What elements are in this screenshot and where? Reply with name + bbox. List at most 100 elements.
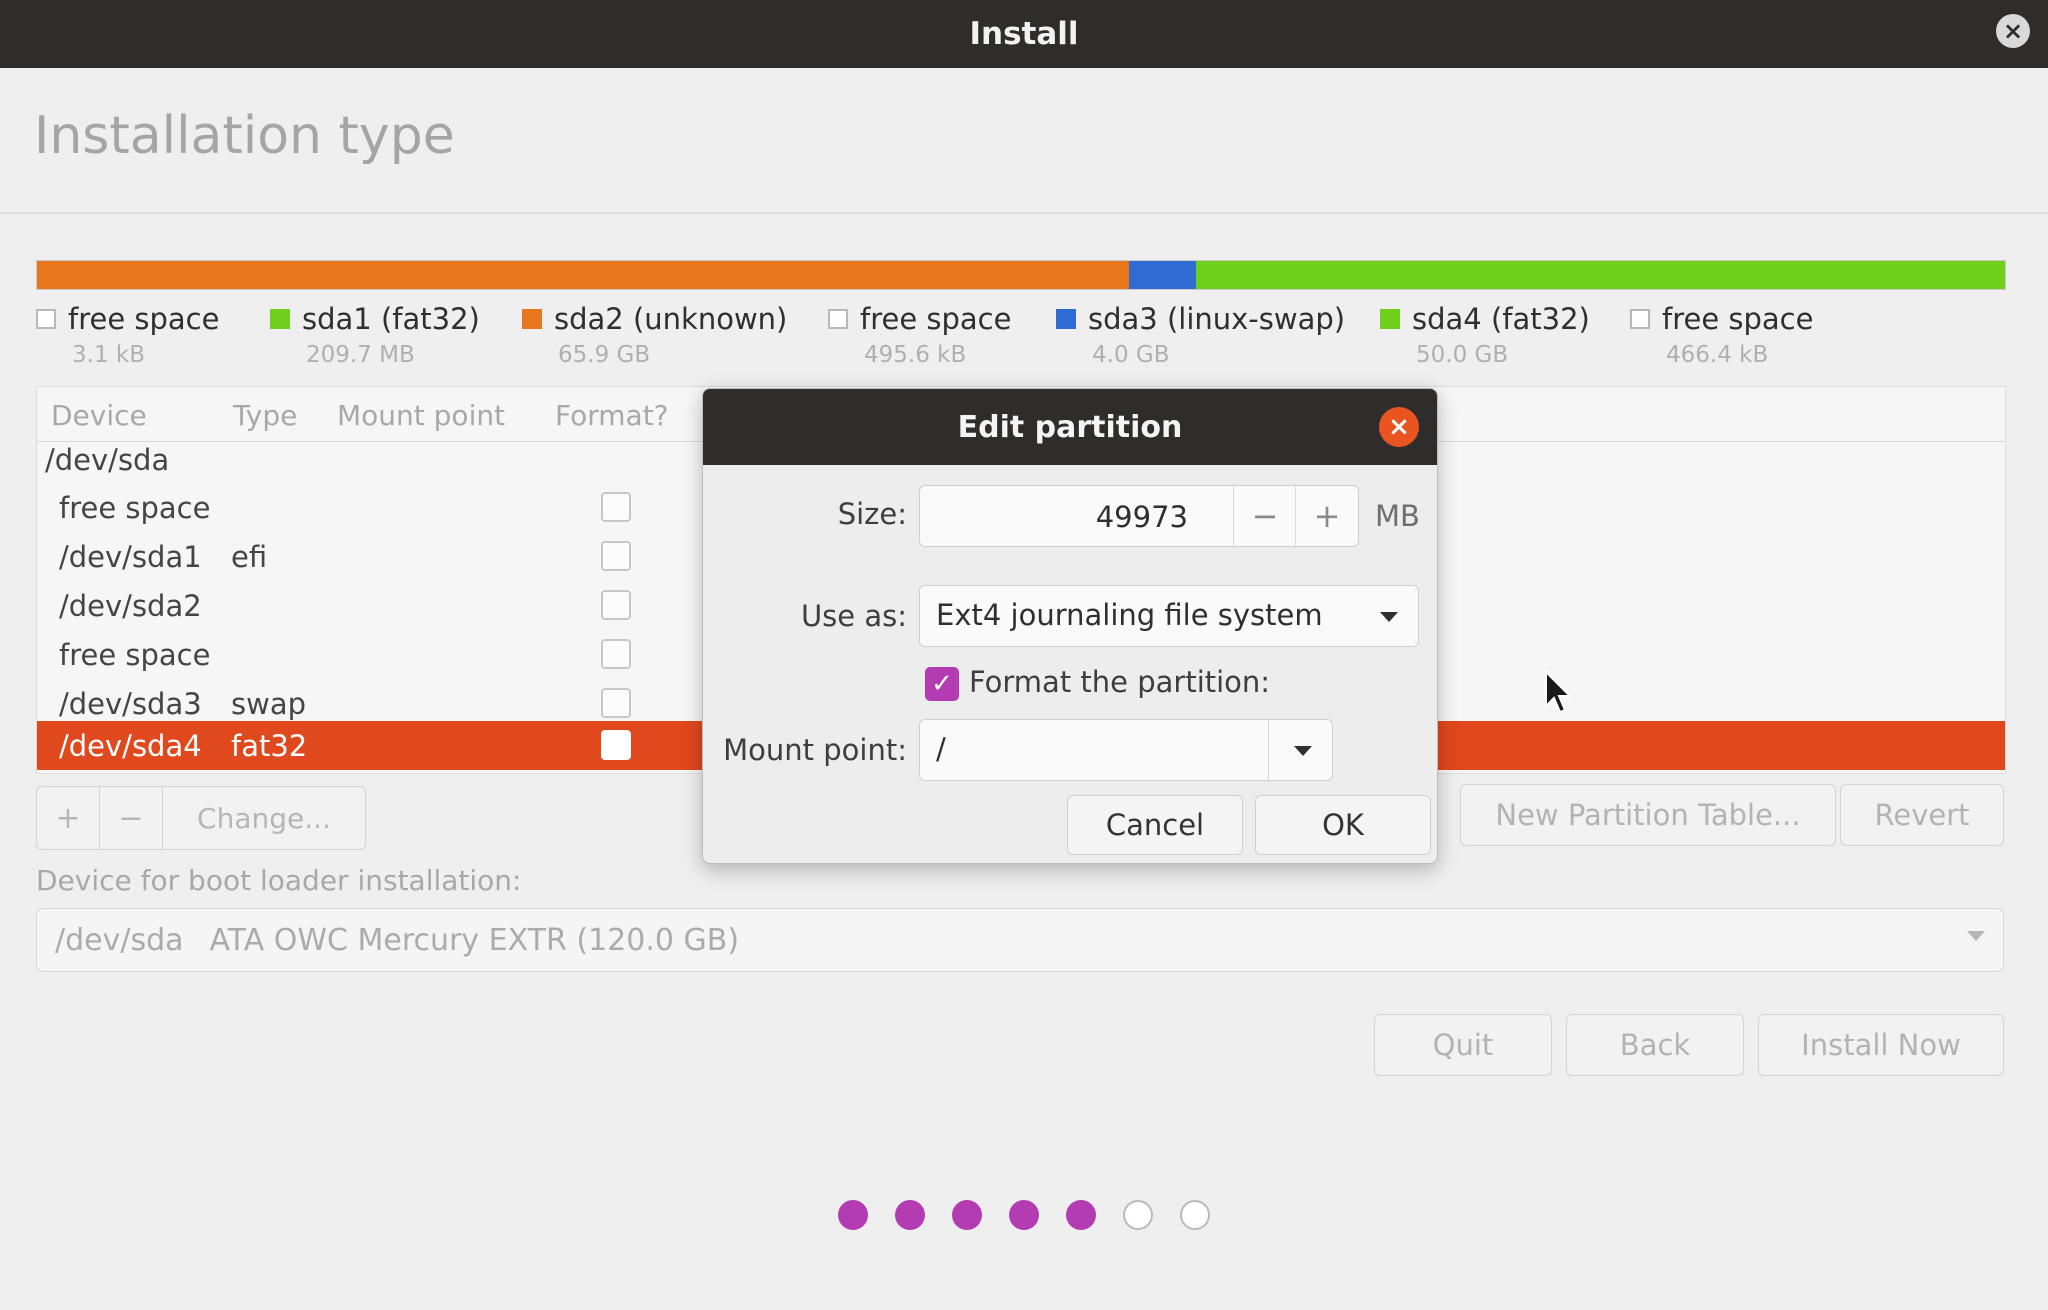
row-device: /dev/sda [45, 443, 170, 477]
legend-item: sda2 (unknown) 65.9 GB [522, 302, 787, 368]
boot-loader-select[interactable]: /dev/sda ATA OWC Mercury EXTR (120.0 GB) [36, 908, 2004, 972]
partition-toolbar: + − Change... [36, 786, 366, 850]
boot-device: /dev/sda [55, 922, 184, 958]
legend-swatch [1630, 309, 1650, 329]
legend-name: sda3 (linux-swap) [1088, 302, 1346, 336]
ok-button[interactable]: OK [1255, 795, 1431, 855]
format-checkbox[interactable] [601, 688, 631, 718]
legend-name: sda4 (fat32) [1412, 302, 1590, 336]
add-partition-button[interactable]: + [37, 787, 100, 849]
chevron-down-icon [1967, 931, 1985, 941]
row-device: free space [59, 491, 211, 525]
size-increment-button[interactable]: + [1295, 486, 1358, 546]
column-header-format[interactable]: Format? [555, 399, 669, 432]
size-label: Size: [837, 497, 907, 531]
legend-name: free space [860, 302, 1012, 336]
legend-item: free space 3.1 kB [36, 302, 219, 368]
new-partition-table-button[interactable]: New Partition Table... [1460, 784, 1836, 846]
progress-dot [838, 1200, 868, 1230]
legend-swatch [828, 309, 848, 329]
legend-item: sda4 (fat32) 50.0 GB [1380, 302, 1590, 368]
partition-bar-segment-sda3 [1129, 261, 1197, 289]
use-as-label: Use as: [800, 599, 907, 633]
format-checkbox[interactable] [601, 639, 631, 669]
legend-item: sda3 (linux-swap) 4.0 GB [1056, 302, 1345, 368]
close-icon: × [2002, 17, 2024, 45]
legend-size: 65.9 GB [558, 342, 651, 368]
boot-device-name: ATA OWC Mercury EXTR (120.0 GB) [209, 922, 740, 958]
format-checkbox[interactable] [601, 730, 631, 760]
progress-dot [1009, 1200, 1039, 1230]
row-device: /dev/sda4 [59, 729, 202, 763]
partition-bar [36, 260, 2006, 290]
partition-bar-segment-sda2 [37, 261, 1130, 289]
format-checkbox[interactable] [601, 590, 631, 620]
dialog-title: Edit partition [957, 409, 1183, 445]
row-type: efi [231, 540, 268, 574]
mount-point-value[interactable]: / [936, 732, 946, 766]
legend-size: 4.0 GB [1092, 342, 1170, 368]
close-icon: × [1388, 412, 1410, 442]
chevron-down-icon [1380, 612, 1398, 622]
legend-swatch [1380, 309, 1400, 329]
legend-name: free space [68, 302, 220, 336]
chevron-down-icon[interactable] [1294, 746, 1312, 756]
mount-point-combo[interactable]: / [919, 719, 1333, 781]
use-as-select[interactable]: Ext4 journaling file system [919, 585, 1419, 647]
page-title: Installation type [34, 106, 455, 166]
legend-name: sda2 (unknown) [554, 302, 788, 336]
window-title: Install [969, 16, 1079, 52]
remove-partition-button[interactable]: − [100, 787, 163, 849]
row-device: /dev/sda2 [59, 589, 202, 623]
format-checkbox[interactable] [601, 541, 631, 571]
row-device: free space [59, 638, 211, 672]
legend-name: free space [1662, 302, 1814, 336]
legend-swatch [522, 309, 542, 329]
legend-size: 50.0 GB [1416, 342, 1509, 368]
legend-swatch [1056, 309, 1076, 329]
column-header-device[interactable]: Device [51, 399, 147, 432]
legend-size: 3.1 kB [72, 342, 145, 368]
row-type: swap [231, 687, 307, 721]
size-value[interactable]: 49973 [1096, 500, 1188, 534]
change-partition-button[interactable]: Change... [163, 787, 365, 849]
legend-size: 466.4 kB [1666, 342, 1769, 368]
legend-name: sda1 (fat32) [302, 302, 480, 336]
boot-loader-label: Device for boot loader installation: [36, 864, 522, 897]
partition-legend: free space 3.1 kB sda1 (fat32) 209.7 MB … [36, 302, 2016, 374]
back-button[interactable]: Back [1566, 1014, 1744, 1076]
format-partition-label[interactable]: Format the partition: [969, 665, 1270, 699]
cancel-button[interactable]: Cancel [1067, 795, 1243, 855]
format-partition-checkbox[interactable]: ✓ [925, 667, 959, 701]
column-header-mount-point[interactable]: Mount point [337, 399, 505, 432]
row-device: /dev/sda3 [59, 687, 202, 721]
legend-item: sda1 (fat32) 209.7 MB [270, 302, 480, 368]
legend-item: free space 495.6 kB [828, 302, 1011, 368]
quit-button[interactable]: Quit [1374, 1014, 1552, 1076]
size-unit: MB [1375, 499, 1420, 533]
format-checkbox[interactable] [601, 492, 631, 522]
progress-dot [1123, 1200, 1153, 1230]
window-close-button[interactable]: × [1996, 14, 2030, 48]
install-now-button[interactable]: Install Now [1758, 1014, 2004, 1076]
progress-dot [1066, 1200, 1096, 1230]
progress-dots [838, 1200, 1210, 1230]
size-spinbox[interactable]: 49973 − + [919, 485, 1359, 547]
checkmark-icon: ✓ [931, 669, 953, 699]
dialog-close-button[interactable]: × [1379, 407, 1419, 447]
title-divider [0, 212, 2048, 214]
row-type: fat32 [231, 729, 308, 763]
legend-size: 495.6 kB [864, 342, 967, 368]
window-titlebar: Install × [0, 0, 2048, 68]
legend-swatch [36, 309, 56, 329]
mount-point-label: Mount point: [723, 733, 907, 767]
size-decrement-button[interactable]: − [1233, 486, 1296, 546]
revert-button[interactable]: Revert [1840, 784, 2004, 846]
edit-partition-dialog: Edit partition × Size: 49973 − + MB Use … [702, 388, 1438, 864]
mouse-pointer-icon [1545, 670, 1572, 714]
partition-bar-segment-sda4 [1196, 261, 2005, 289]
progress-dot [952, 1200, 982, 1230]
column-header-type[interactable]: Type [233, 399, 297, 432]
legend-item: free space 466.4 kB [1630, 302, 1813, 368]
row-device: /dev/sda1 [59, 540, 202, 574]
